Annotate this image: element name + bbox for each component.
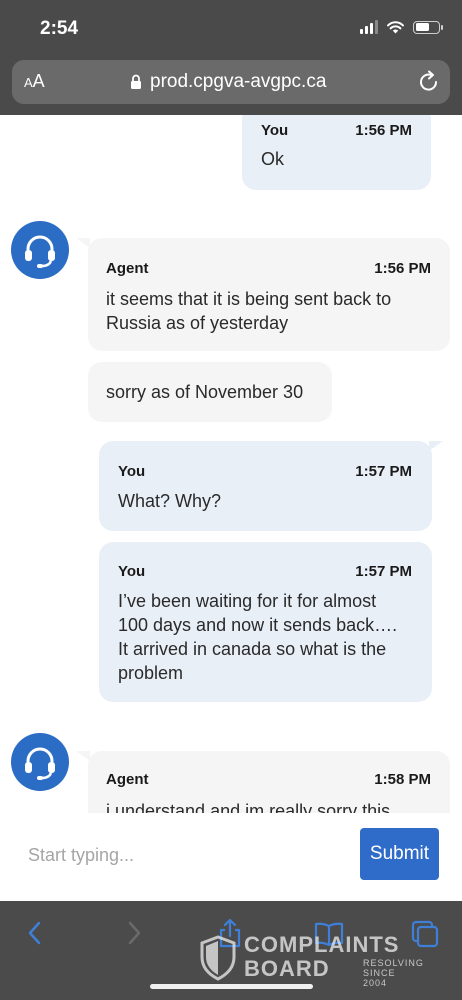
message-input[interactable]: Start typing... bbox=[28, 845, 134, 866]
message-sender: You bbox=[118, 563, 146, 580]
message-text: Ok bbox=[261, 149, 285, 169]
message-sender: You bbox=[261, 122, 289, 139]
chat-message-agent: Agent 1:58 PM i understand and im really… bbox=[88, 751, 450, 813]
agent-avatar bbox=[11, 733, 69, 791]
cellular-signal-icon bbox=[360, 20, 378, 34]
message-sender: Agent bbox=[106, 771, 149, 788]
text-size-button[interactable]: AA bbox=[24, 71, 45, 92]
shield-logo-icon bbox=[200, 935, 236, 981]
message-time: 1:57 PM bbox=[355, 563, 412, 580]
message-text: I’ve been waiting for it for almost 100 … bbox=[118, 591, 398, 683]
message-sender: Agent bbox=[106, 260, 149, 277]
address-bar[interactable]: AA prod.cpgva-avgpc.ca bbox=[12, 60, 450, 104]
chat-message-user: You 1:56 PM Ok bbox=[242, 115, 431, 190]
wifi-icon bbox=[387, 21, 404, 34]
battery-icon bbox=[413, 20, 443, 34]
back-icon[interactable] bbox=[26, 919, 44, 947]
message-time: 1:56 PM bbox=[355, 122, 412, 139]
lock-icon bbox=[131, 74, 141, 89]
message-text: What? Why? bbox=[118, 491, 222, 511]
chat-message-agent: sorry as of November 30 bbox=[88, 362, 332, 422]
message-time: 1:56 PM bbox=[374, 260, 431, 277]
headset-icon bbox=[25, 747, 55, 780]
url-display[interactable]: prod.cpgva-avgpc.ca bbox=[130, 71, 326, 93]
home-indicator bbox=[150, 984, 313, 989]
message-composer: Start typing... Submit bbox=[0, 813, 462, 901]
watermark-line1: COMPLAINTS bbox=[244, 932, 400, 957]
message-time: 1:58 PM bbox=[374, 771, 431, 788]
watermark-line2: BOARD bbox=[244, 956, 330, 981]
message-text: sorry as of November 30 bbox=[106, 382, 304, 402]
status-time: 2:54 bbox=[40, 18, 79, 39]
chat-message-user: You 1:57 PM I’ve been waiting for it for… bbox=[99, 542, 432, 702]
message-sender: You bbox=[118, 463, 146, 480]
agent-avatar bbox=[11, 221, 69, 279]
forward-icon[interactable] bbox=[125, 919, 143, 947]
watermark-tagline: RESOLVING SINCE 2004 bbox=[363, 958, 424, 988]
submit-button[interactable]: Submit bbox=[360, 828, 439, 880]
chat-transcript[interactable]: You 1:56 PM Ok Agent 1:56 PM it seems th… bbox=[0, 115, 462, 813]
message-text: it seems that it is being sent back to R… bbox=[106, 289, 392, 333]
url-text: prod.cpgva-avgpc.ca bbox=[150, 71, 327, 92]
browser-header: 2:54 AA prod.cpgva-avgpc.ca bbox=[0, 0, 462, 115]
message-time: 1:57 PM bbox=[355, 463, 412, 480]
status-icons bbox=[360, 20, 443, 34]
message-text: i understand and im really sorry this bbox=[106, 801, 391, 813]
chat-message-agent: Agent 1:56 PM it seems that it is being … bbox=[88, 238, 450, 351]
watermark: COMPLAINTS BOARD RESOLVING SINCE 2004 bbox=[200, 932, 423, 988]
chat-message-user: You 1:57 PM What? Why? bbox=[99, 441, 432, 531]
reload-icon[interactable] bbox=[418, 70, 440, 94]
headset-icon bbox=[25, 235, 55, 268]
